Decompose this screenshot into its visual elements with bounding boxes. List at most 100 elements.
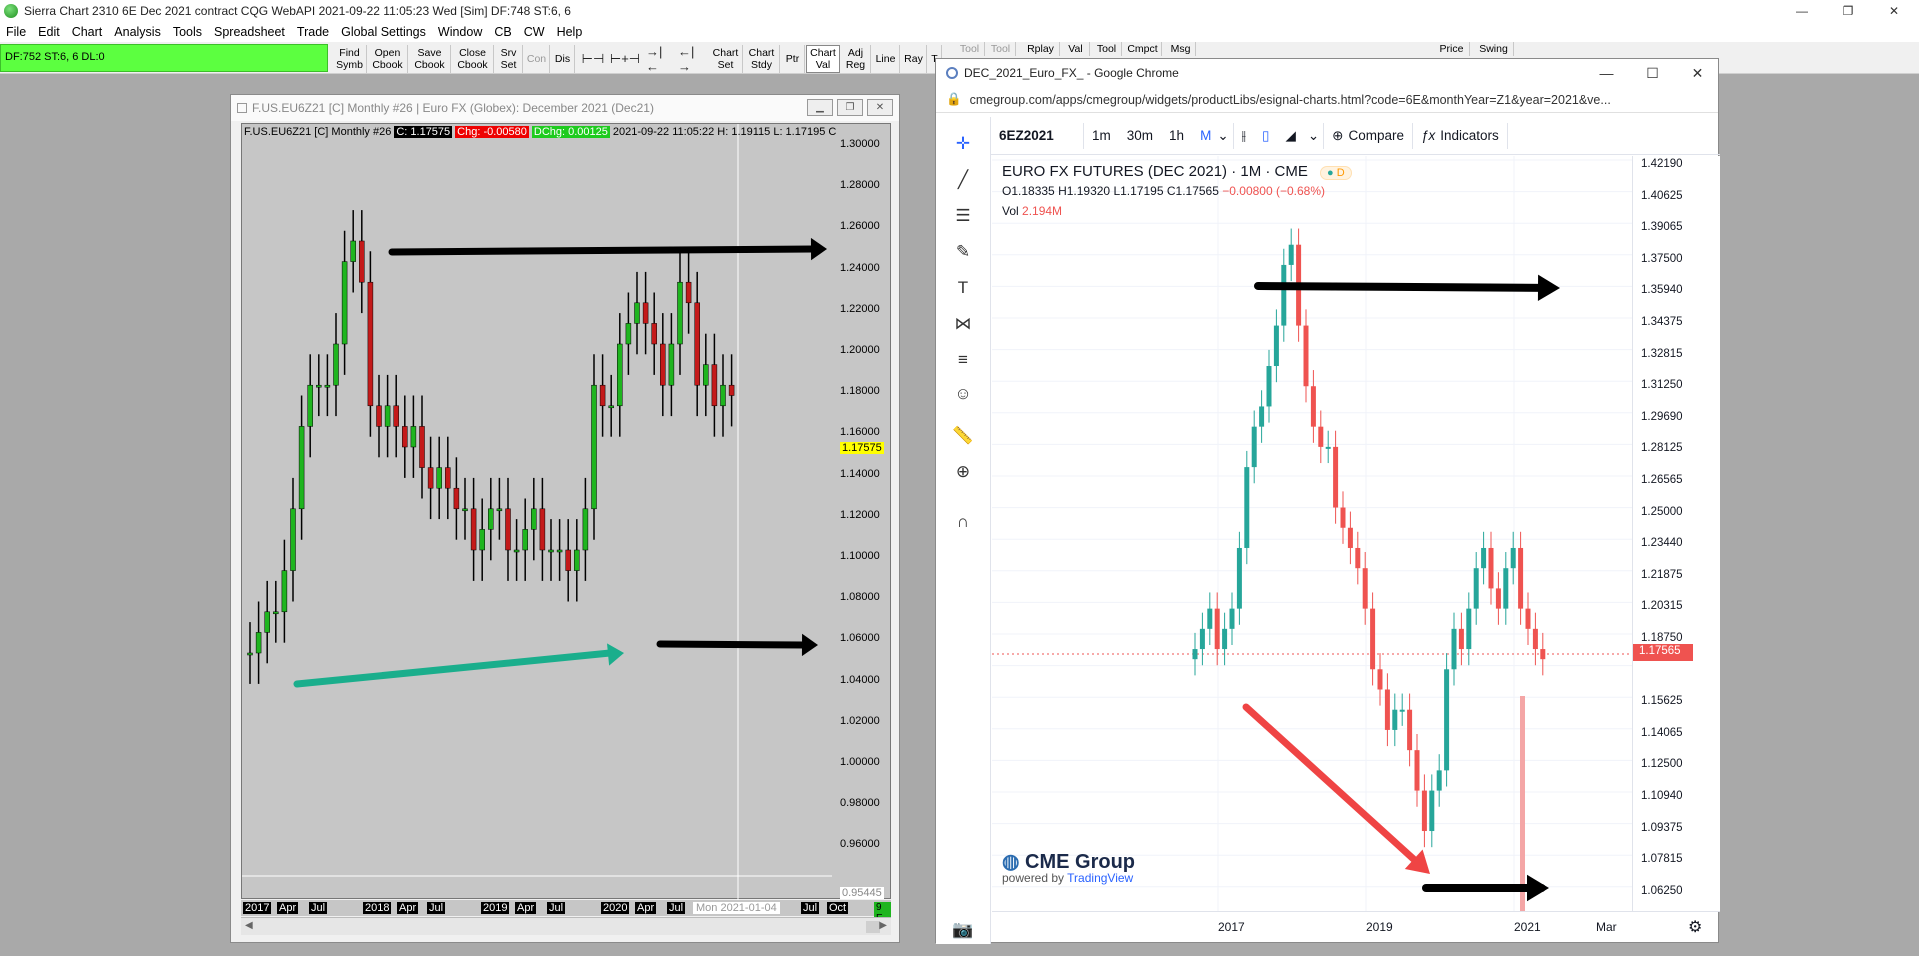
candle-down [599,384,606,407]
chrome-close-button[interactable]: ✕ [1675,59,1720,87]
menu-tools[interactable]: Tools [173,25,202,39]
magnet-icon[interactable]: ∩ [950,509,976,535]
settings-gear-icon[interactable]: ⚙ [1688,917,1702,937]
trend-line-icon[interactable]: ╱ [950,167,976,193]
restore-button[interactable]: ❐ [1825,0,1871,22]
tv-price-axis[interactable]: 1.42190 1.40625 1.39065 1.37500 1.35940 1.343… [1632,156,1720,911]
menu-cb[interactable]: CB [494,25,511,39]
chart-settings-button[interactable]: Chart Set [709,45,743,73]
crosshair-icon[interactable]: ✛ [950,131,976,157]
symbol-search[interactable]: 6EZ2021 [991,117,1083,154]
address-bar[interactable]: 🔒 cmegroup.com/apps/cmegroup/widgets/pro… [936,87,1718,113]
server-settings-button[interactable]: Srv Set [495,45,523,73]
chrome-window[interactable]: DEC_2021_Euro_FX_ - Google Chrome — ☐ ✕ … [935,58,1720,944]
swing-button[interactable]: Swing [1474,42,1514,56]
find-symbol-button[interactable]: Find Symb [333,45,367,73]
chart-values-tool-button[interactable]: Chart Val [806,45,840,73]
camera-icon[interactable]: 📷 [950,917,976,943]
tv-candle-up [1503,568,1509,609]
horizontal-lines-icon[interactable]: ☰ [950,203,976,229]
url-text[interactable]: cmegroup.com/apps/cmegroup/widgets/produ… [970,93,1611,107]
interval-30m[interactable]: 30m [1119,117,1161,154]
menu-edit[interactable]: Edit [38,25,60,39]
style-dropdown-icon[interactable]: ⌄ [1304,117,1323,154]
menu-trade[interactable]: Trade [297,25,329,39]
x-label-jul: Jul [309,902,328,914]
minimize-button[interactable]: — [1779,0,1825,22]
ruler-icon[interactable]: 📏 [950,423,976,449]
compare-button[interactable]: ⊕ Compare [1324,117,1412,154]
tool-button-1[interactable]: Tool [955,42,985,56]
zoom-in-icon[interactable]: ⊕ [950,459,976,485]
tool-button-2[interactable]: Tool [986,42,1016,56]
brush-icon[interactable]: ✎ [950,239,976,265]
interval-1m[interactable]: 1m [1084,117,1119,154]
chart-expand-icon[interactable]: ⊢+⊣ [610,47,640,71]
tv-candle-up [1399,709,1405,712]
area-style-icon[interactable]: ◢ [1277,117,1303,154]
text-tool-icon[interactable]: T [950,275,976,301]
chrome-maximize-button[interactable]: ☐ [1630,59,1675,87]
menu-cw[interactable]: CW [524,25,545,39]
message-button[interactable]: Msg [1166,42,1196,56]
chart-restore-button[interactable]: ❐ [837,99,863,116]
adjust-region-button[interactable]: Adj Reg [841,45,871,73]
chart-compress-icon[interactable]: →|← [646,44,668,74]
interval-dropdown-icon[interactable]: ⌄ [1213,117,1232,154]
price-button[interactable]: Price [1434,42,1470,56]
scroll-right-icon[interactable]: ▶ [879,920,887,931]
line-tool-button[interactable]: Line [872,45,900,73]
scroll-left-icon[interactable]: ◀ [245,920,253,931]
pattern-icon[interactable]: ⋈ [950,311,976,337]
chart-scale-icon[interactable]: ←|→ [678,44,700,74]
interval-1h[interactable]: 1h [1161,117,1192,154]
tv-y-axis-label: 1.14065 [1641,726,1683,739]
chart-zoom-fit-icon[interactable]: ⊢⊣ [582,47,605,71]
connect-button[interactable]: Con [524,45,550,73]
tool-button-3[interactable]: Tool [1092,42,1122,56]
tv-time-axis[interactable]: 2017 2019 2021 Mar ⚙ [992,911,1720,944]
x-label-jul: Jul [801,902,820,914]
menu-spreadsheet[interactable]: Spreadsheet [214,25,285,39]
menu-window[interactable]: Window [438,25,482,39]
chart-minimize-button[interactable]: ▁ [807,99,833,116]
candle-up [333,343,339,386]
values-button[interactable]: Val [1062,42,1090,56]
chart-close-button[interactable]: ✕ [867,99,893,116]
compact-button[interactable]: Cmpct [1124,42,1162,56]
drawing-tools-sidebar: ✛ ╱ ☰ ✎ T ⋈ ≡ ☺ 📏 ⊕ ∩ 📷 [936,117,991,944]
menu-chart[interactable]: Chart [72,25,103,39]
tradingview-link[interactable]: TradingView [1067,871,1133,885]
tv-y-axis-label: 1.35940 [1641,284,1683,297]
scroll-thumb[interactable] [866,921,880,933]
chart-studies-button[interactable]: Chart Stdy [744,45,780,73]
menu-global-settings[interactable]: Global Settings [341,25,426,39]
pointer-tool-button[interactable]: Ptr [781,45,805,73]
replay-button[interactable]: Rplay [1022,42,1060,56]
interval-month[interactable]: M [1192,117,1213,154]
chart-window-title-text: F.US.EU6Z21 [C] Monthly #26 | Euro FX (G… [252,101,654,115]
menu-analysis[interactable]: Analysis [114,25,161,39]
candle-style-icon[interactable]: ▯ [1254,117,1277,154]
candle-up [720,384,726,407]
y-axis-label: 1.06000 [840,632,880,645]
sierra-chart-window[interactable]: F.US.EU6Z21 [C] Monthly #26 | Euro FX (G… [230,94,900,943]
save-cbook-button[interactable]: Save Cbook [409,45,451,73]
x-label-2018: 2018 [363,902,392,914]
bar-style-icon[interactable]: ⫲ [1234,117,1254,154]
indicators-button[interactable]: ƒx Indicators [1413,117,1507,154]
menu-help[interactable]: Help [557,25,583,39]
close-button[interactable]: ✕ [1871,0,1917,22]
emoji-icon[interactable]: ☺ [950,381,976,407]
tradingview-chart[interactable] [992,156,1632,911]
menu-file[interactable]: File [6,25,26,39]
fib-icon[interactable]: ≡ [950,347,976,373]
close-cbook-button[interactable]: Close Cbook [452,45,494,73]
chrome-minimize-button[interactable]: — [1584,59,1629,87]
sierra-price-chart[interactable]: F.US.EU6Z21 [C] Monthly #26 C: 1.17575 C… [241,123,891,900]
horizontal-scrollbar[interactable]: ◀ ▶ [241,917,891,935]
open-cbook-button[interactable]: Open Cbook [368,45,408,73]
disconnect-button[interactable]: Dis [551,45,575,73]
y-axis-label: 1.12000 [840,508,880,521]
ray-tool-button[interactable]: Ray [901,45,927,73]
